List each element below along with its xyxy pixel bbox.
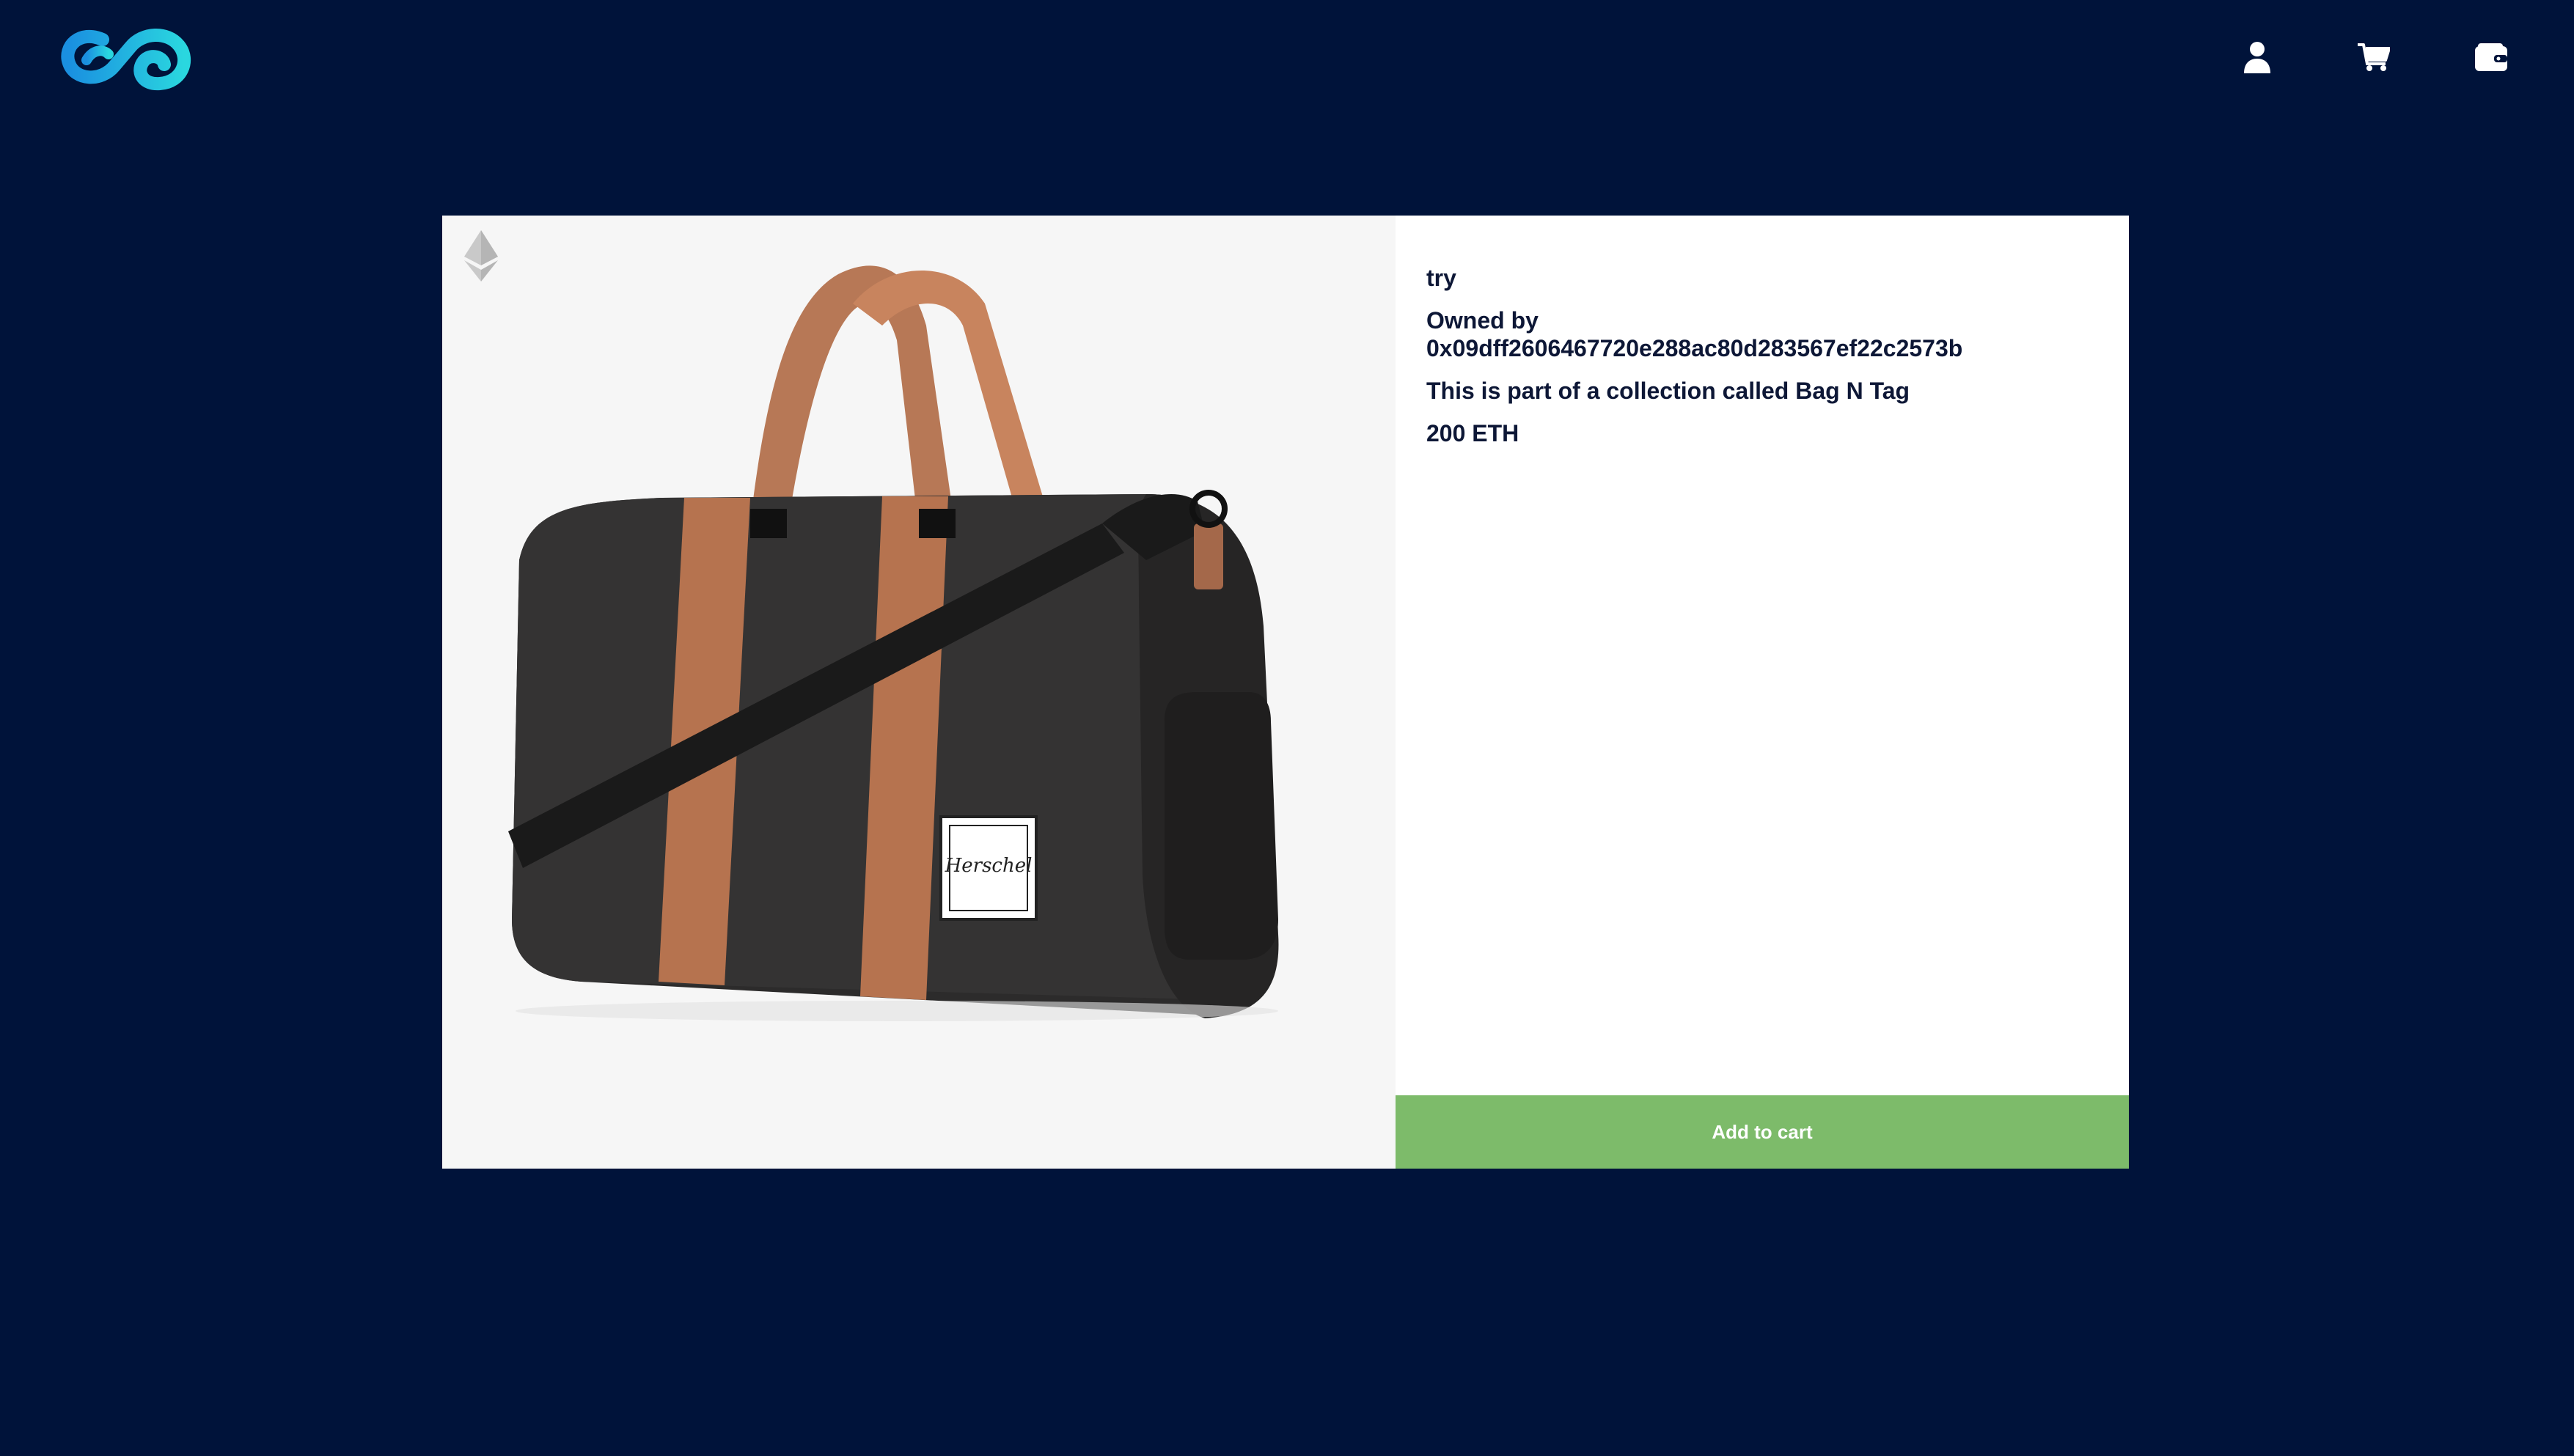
owned-by-label: Owned by — [1426, 307, 1539, 334]
profile-icon[interactable] — [2240, 40, 2275, 75]
product-info-panel: try Owned by 0x09dff2606467720e288ac80d2… — [1396, 216, 2129, 1169]
product-card: Herschel try Owned by 0x09dff2606467720e… — [442, 216, 2129, 1169]
owner-address[interactable]: 0x09dff2606467720e288ac80d283567ef22c257… — [1426, 334, 2108, 362]
add-to-cart-button[interactable]: Add to cart — [1396, 1095, 2129, 1169]
product-image-panel: Herschel — [442, 216, 1396, 1169]
owner-info: Owned by 0x09dff2606467720e288ac80d28356… — [1426, 306, 2108, 362]
product-price: 200 ETH — [1426, 420, 1519, 446]
collection-text: This is part of a collection called Bag … — [1426, 378, 1910, 404]
wallet-icon[interactable] — [2474, 40, 2509, 75]
top-navbar — [0, 0, 2574, 117]
svg-text:Herschel: Herschel — [945, 855, 1033, 877]
cart-icon[interactable] — [2356, 40, 2391, 75]
product-details: try Owned by 0x09dff2606467720e288ac80d2… — [1426, 264, 2108, 462]
ethereum-icon — [464, 230, 498, 282]
product-name: try — [1426, 265, 1456, 291]
infinity-logo-icon[interactable] — [57, 25, 195, 91]
duffel-bag-image: Herschel — [508, 265, 1279, 1021]
